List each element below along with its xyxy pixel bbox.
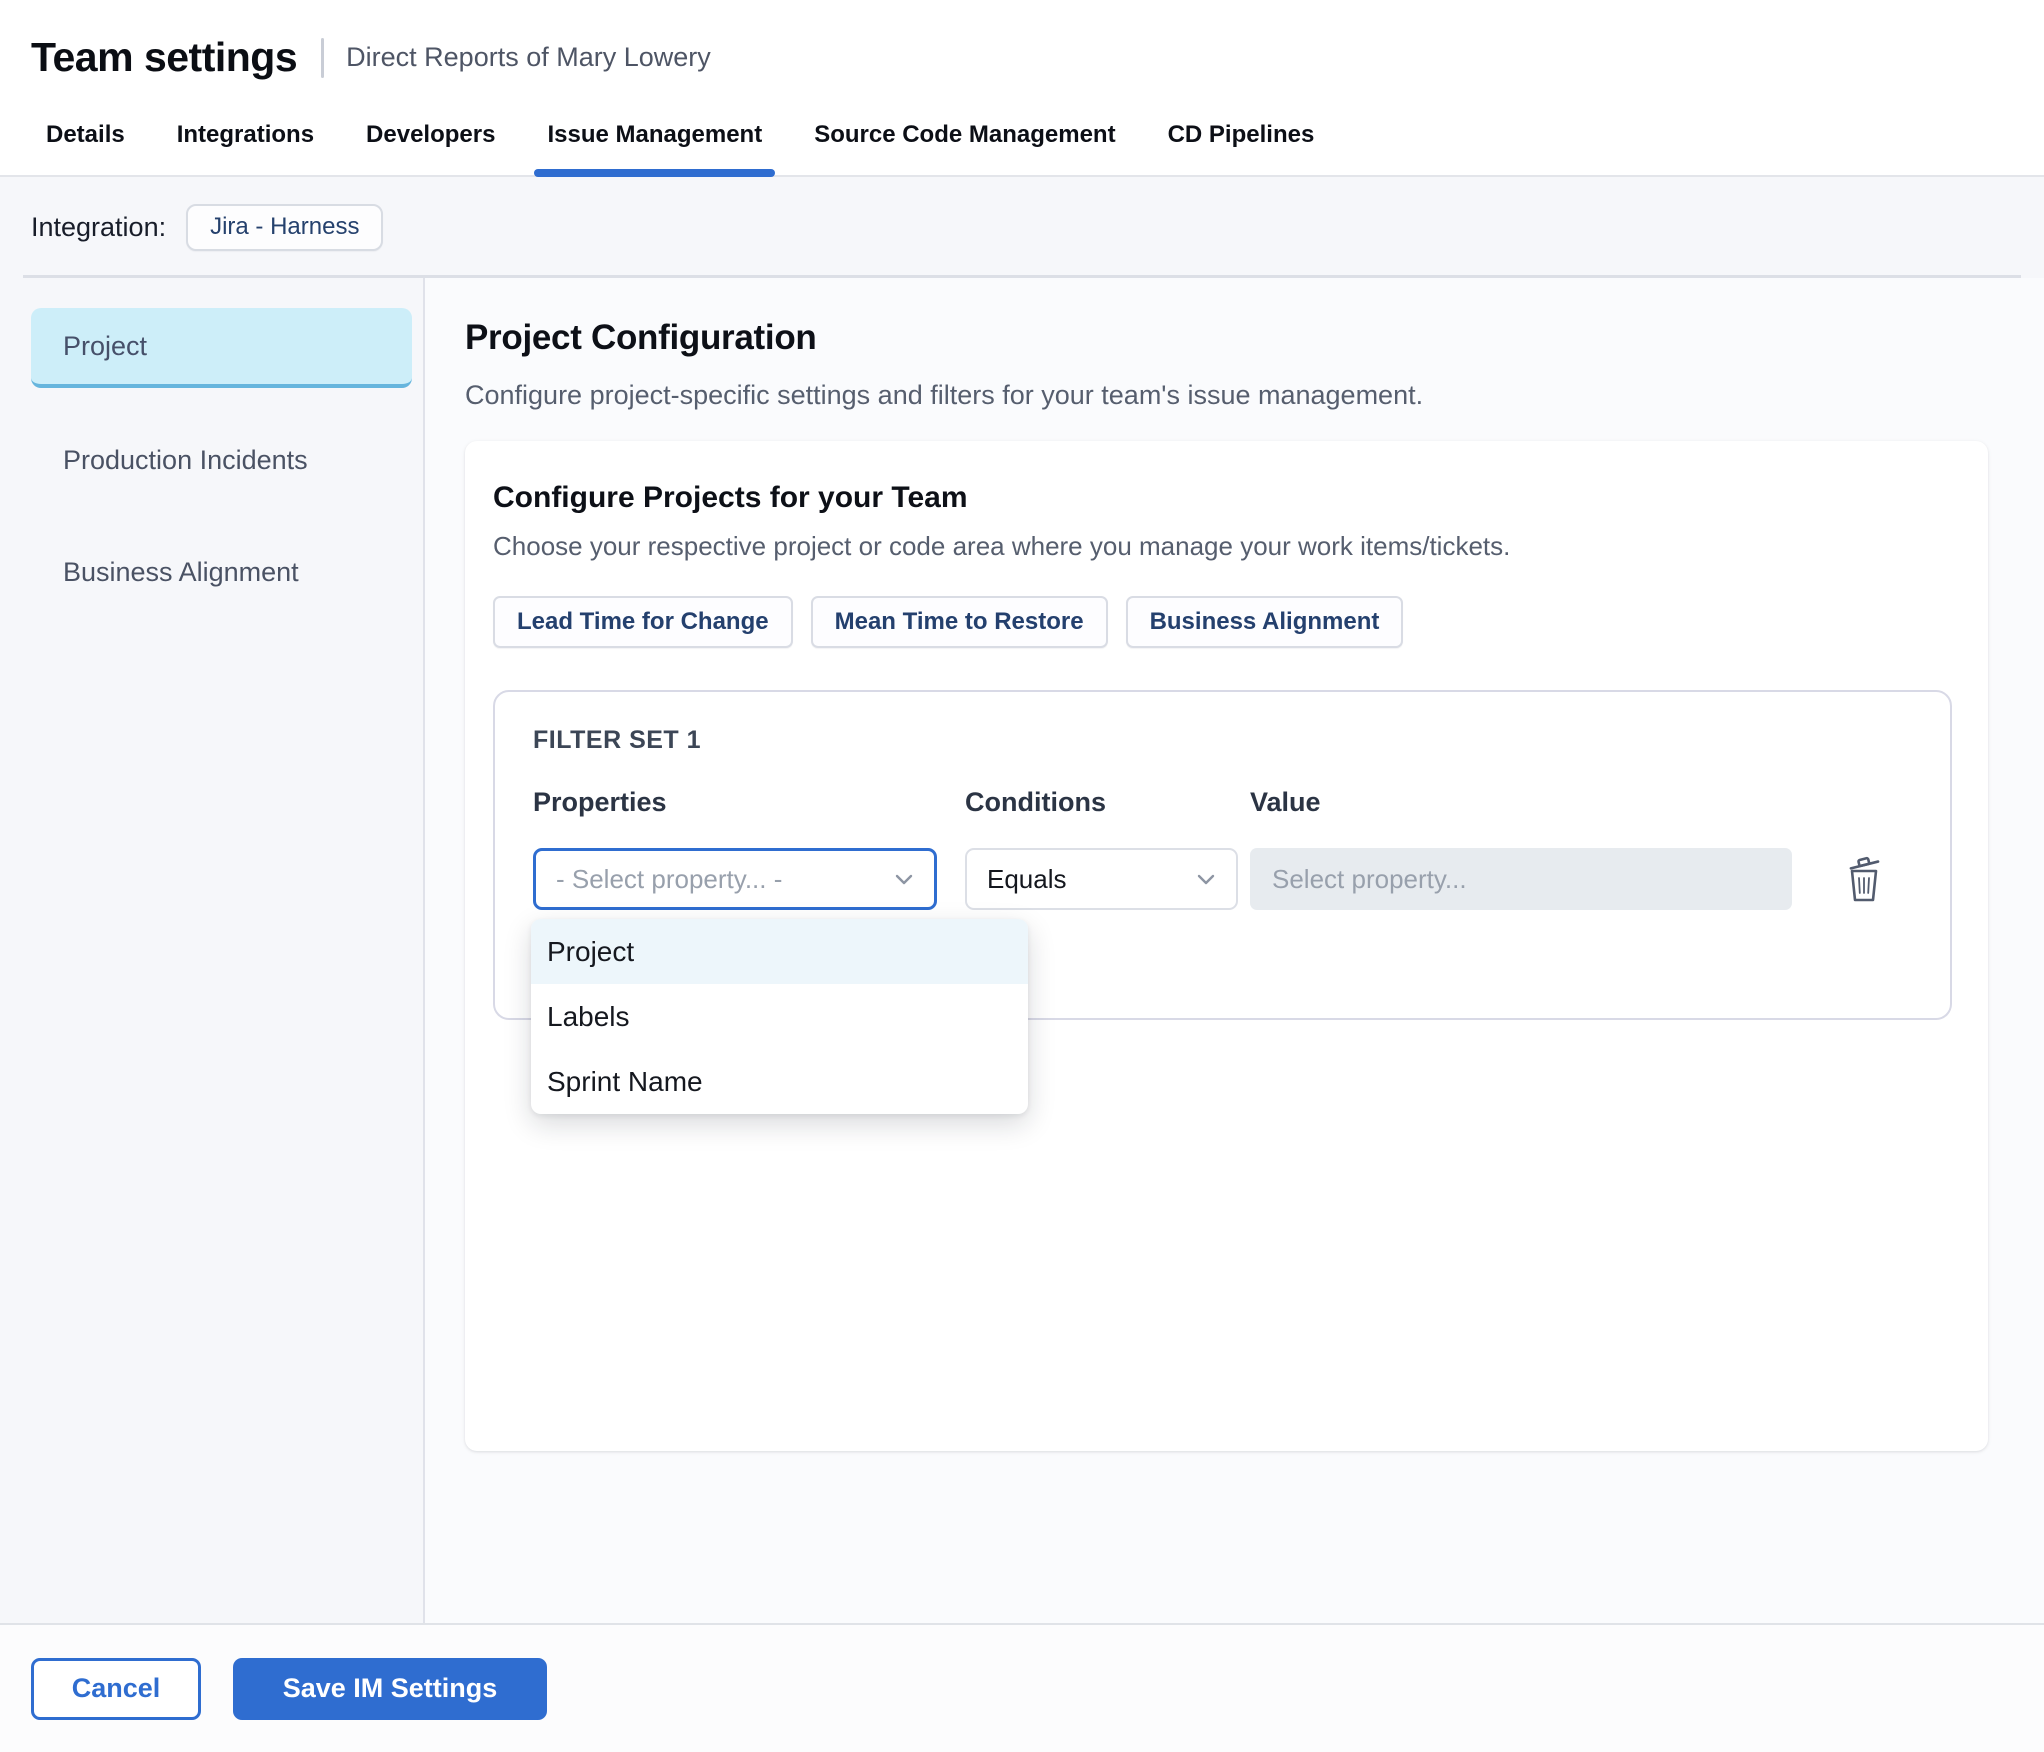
filter-row: - Select property... - Project Labels Sp… xyxy=(531,848,1922,1114)
sidebar-item-production-incidents[interactable]: Production Incidents xyxy=(31,420,412,500)
chip-mean-time-to-restore[interactable]: Mean Time to Restore xyxy=(810,596,1108,648)
chevron-down-icon xyxy=(1197,874,1215,885)
tab-cd-pipelines[interactable]: CD Pipelines xyxy=(1168,107,1315,175)
page-title: Team settings xyxy=(31,34,298,80)
value-input[interactable]: Select property... xyxy=(1250,848,1792,910)
property-dropdown: Project Labels Sprint Name xyxy=(531,919,1028,1114)
configure-projects-card: Configure Projects for your Team Choose … xyxy=(465,441,1988,1451)
condition-select[interactable]: Equals xyxy=(965,848,1238,910)
tab-issue-management[interactable]: Issue Management xyxy=(534,107,775,177)
settings-body: Project Production Incidents Business Al… xyxy=(0,278,2044,1623)
tab-bar: Details Integrations Developers Issue Ma… xyxy=(0,107,2044,177)
integration-row: Integration: Jira - Harness xyxy=(0,177,2044,275)
delete-filter-button[interactable] xyxy=(1838,851,1890,907)
condition-select-value: Equals xyxy=(987,863,1067,894)
card-description: Choose your respective project or code a… xyxy=(493,531,1511,561)
footer-bar: Cancel Save IM Settings xyxy=(0,1623,2044,1752)
section-description: Configure project-specific settings and … xyxy=(465,380,1424,410)
tab-details[interactable]: Details xyxy=(46,107,125,175)
chip-lead-time-for-change[interactable]: Lead Time for Change xyxy=(493,596,793,648)
filter-column-labels: Properties Conditions Value xyxy=(533,787,1922,818)
value-column-label: Value xyxy=(1250,787,1321,817)
dropdown-option-project[interactable]: Project xyxy=(531,919,1028,984)
conditions-column-label: Conditions xyxy=(965,787,1106,817)
team-settings-page: Team settings Direct Reports of Mary Low… xyxy=(0,0,2044,1752)
properties-column-label: Properties xyxy=(533,787,667,817)
title-divider xyxy=(321,37,325,78)
value-input-placeholder: Select property... xyxy=(1272,863,1467,894)
filter-set-title: FILTER SET 1 xyxy=(533,726,702,754)
sidebar-item-business-alignment[interactable]: Business Alignment xyxy=(31,532,412,612)
integration-label: Integration: xyxy=(31,212,167,242)
content-area: Integration: Jira - Harness Project Prod… xyxy=(0,177,2044,1623)
card-title: Configure Projects for your Team xyxy=(493,481,968,514)
chevron-down-icon xyxy=(895,874,913,885)
tab-developers[interactable]: Developers xyxy=(366,107,495,175)
condition-select-cell: Equals xyxy=(965,848,1250,910)
property-select[interactable]: - Select property... - xyxy=(533,848,937,910)
page-subtitle: Direct Reports of Mary Lowery xyxy=(346,42,711,72)
cancel-button[interactable]: Cancel xyxy=(31,1657,201,1720)
tab-integrations[interactable]: Integrations xyxy=(177,107,314,175)
filter-set-card: FILTER SET 1 Properties Conditions Value… xyxy=(493,690,1952,1114)
page-header: Team settings Direct Reports of Mary Low… xyxy=(0,0,2044,107)
dropdown-option-sprint-name[interactable]: Sprint Name xyxy=(531,1049,1028,1114)
section-heading: Project Configuration xyxy=(465,318,817,357)
trash-icon xyxy=(1849,856,1880,902)
sidebar-item-project[interactable]: Project xyxy=(31,308,412,388)
metric-chips-row: Lead Time for Change Mean Time to Restor… xyxy=(493,596,1952,648)
main-panel: Project Configuration Configure project-… xyxy=(423,278,2044,1623)
property-select-placeholder: - Select property... - xyxy=(556,863,783,894)
chip-business-alignment[interactable]: Business Alignment xyxy=(1125,596,1404,648)
save-button[interactable]: Save IM Settings xyxy=(233,1657,547,1720)
tab-source-code-management[interactable]: Source Code Management xyxy=(814,107,1115,175)
property-select-cell: - Select property... - Project Labels Sp… xyxy=(531,848,1028,1114)
dropdown-option-labels[interactable]: Labels xyxy=(531,984,1028,1049)
sidebar: Project Production Incidents Business Al… xyxy=(0,278,423,1623)
integration-chip[interactable]: Jira - Harness xyxy=(186,204,384,251)
